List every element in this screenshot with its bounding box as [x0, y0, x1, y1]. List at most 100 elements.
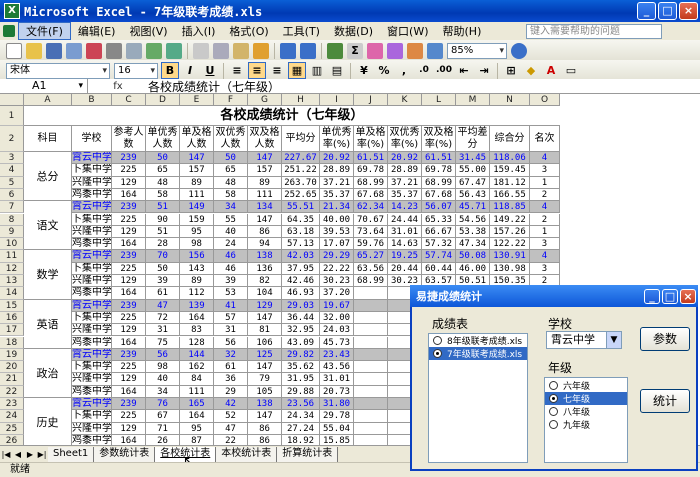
data-cell[interactable]: 42.03 [282, 250, 320, 263]
data-cell[interactable]: 104 [248, 287, 282, 300]
data-cell[interactable]: 69.78 [422, 164, 456, 177]
data-cell[interactable]: 35.37 [320, 188, 354, 202]
data-cell[interactable]: 60.44 [422, 262, 456, 275]
research-icon[interactable] [166, 42, 182, 59]
data-cell[interactable]: 147 [248, 410, 282, 423]
percent-style-button[interactable]: % [375, 62, 393, 79]
data-cell[interactable]: 81 [248, 324, 282, 337]
data-cell[interactable]: 56.07 [422, 201, 456, 214]
data-cell[interactable]: 52 [214, 410, 248, 423]
grade-option[interactable]: 六年级 [545, 379, 627, 392]
data-cell[interactable]: 67 [146, 410, 180, 423]
new-icon[interactable] [6, 42, 22, 59]
fx-icon[interactable]: fx [88, 81, 148, 92]
school-cell[interactable]: 卜集中学 [72, 361, 112, 374]
data-cell[interactable]: 46 [214, 262, 248, 275]
data-cell[interactable]: 95 [180, 225, 214, 239]
row-header[interactable]: 8 [0, 213, 24, 226]
column-header-10[interactable]: K [388, 94, 422, 106]
school-cell[interactable]: 卜集中学 [72, 410, 112, 423]
data-cell[interactable]: 61.51 [354, 152, 388, 165]
select-all-corner[interactable] [0, 94, 24, 106]
undo-icon[interactable] [280, 42, 296, 59]
column-header-6[interactable]: G [248, 94, 282, 106]
data-cell[interactable]: 122.22 [490, 238, 530, 251]
dropdown-arrow-icon[interactable]: ▼ [606, 332, 621, 348]
data-cell[interactable]: 46 [214, 250, 248, 263]
data-cell[interactable]: 19.67 [320, 299, 354, 312]
data-cell[interactable]: 32.95 [282, 324, 320, 337]
data-cell[interactable]: 21.34 [320, 201, 354, 214]
data-cell[interactable]: 55.04 [320, 422, 354, 435]
data-cell[interactable]: 165 [180, 398, 214, 411]
data-cell[interactable]: 31 [146, 324, 180, 337]
data-cell[interactable]: 57.13 [282, 238, 320, 251]
school-cell[interactable]: 鸡黍中学 [72, 336, 112, 349]
data-cell[interactable]: 24 [214, 238, 248, 251]
doc-icon[interactable] [3, 25, 15, 37]
currency-icon[interactable]: ▤ [328, 62, 346, 79]
data-cell[interactable] [354, 361, 388, 374]
data-cell[interactable]: 164 [112, 287, 146, 300]
data-cell[interactable]: 3 [530, 262, 560, 275]
data-cell[interactable]: 130.91 [490, 250, 530, 263]
data-cell[interactable]: 14.23 [388, 201, 422, 214]
data-cell[interactable]: 28.89 [320, 164, 354, 177]
data-cell[interactable]: 45.71 [456, 201, 490, 214]
data-cell[interactable]: 65 [214, 164, 248, 177]
column-header-8[interactable]: I [320, 94, 354, 106]
row-header[interactable]: 23 [0, 398, 24, 411]
subject-cell[interactable]: 英语 [24, 299, 72, 349]
table-header-cell[interactable]: 平均差分 [456, 126, 490, 152]
grade-table-list[interactable]: 8年级联考成绩.xls 7年级联考成绩.xls [428, 333, 528, 463]
data-cell[interactable]: 39.53 [320, 225, 354, 239]
data-cell[interactable]: 24.03 [320, 324, 354, 337]
data-cell[interactable]: 56 [146, 348, 180, 362]
param-button[interactable]: 参数 [640, 327, 690, 351]
subject-cell[interactable]: 数学 [24, 250, 72, 300]
menu-insert[interactable]: 插入(I) [175, 23, 223, 39]
data-cell[interactable]: 28.89 [388, 164, 422, 177]
data-cell[interactable]: 56.43 [456, 188, 490, 202]
data-cell[interactable]: 164 [112, 238, 146, 251]
data-cell[interactable]: 164 [112, 385, 146, 398]
print-icon[interactable] [106, 42, 122, 59]
data-cell[interactable]: 136 [248, 262, 282, 275]
tab-sheet1[interactable]: Sheet1 [48, 446, 95, 462]
data-cell[interactable]: 47 [214, 422, 248, 435]
data-cell[interactable] [354, 434, 388, 445]
data-cell[interactable]: 61.51 [422, 152, 456, 165]
minimize-button[interactable]: _ [637, 2, 656, 20]
data-cell[interactable]: 53.38 [456, 225, 490, 239]
data-cell[interactable]: 225 [112, 164, 146, 177]
school-cell[interactable]: 霄云中学 [72, 398, 112, 411]
data-cell[interactable]: 4 [530, 152, 560, 165]
data-cell[interactable]: 157 [248, 164, 282, 177]
data-cell[interactable]: 239 [112, 348, 146, 362]
save-icon[interactable] [46, 42, 62, 59]
email-icon[interactable] [86, 42, 102, 59]
data-cell[interactable]: 41 [214, 299, 248, 312]
data-cell[interactable]: 164 [112, 336, 146, 349]
data-cell[interactable] [354, 410, 388, 423]
row-header[interactable]: 16 [0, 311, 24, 325]
data-cell[interactable]: 68.99 [354, 176, 388, 189]
data-cell[interactable]: 94 [248, 238, 282, 251]
data-cell[interactable] [354, 385, 388, 398]
data-cell[interactable]: 62.34 [354, 201, 388, 214]
data-cell[interactable]: 82 [248, 275, 282, 288]
school-cell[interactable]: 卜集中学 [72, 164, 112, 177]
table-header-cell[interactable]: 单及格人数 [180, 126, 214, 152]
table-header-cell[interactable]: 单优秀人数 [146, 126, 180, 152]
data-cell[interactable]: 73.64 [354, 225, 388, 239]
align-center-icon[interactable]: ≡ [248, 62, 266, 79]
data-cell[interactable]: 31.80 [320, 398, 354, 411]
data-cell[interactable]: 147 [248, 361, 282, 374]
sort-ascending-icon[interactable] [367, 42, 383, 59]
school-cell[interactable]: 鸡黍中学 [72, 238, 112, 251]
column-header-14[interactable]: O [530, 94, 560, 106]
data-cell[interactable]: 37.21 [320, 176, 354, 189]
data-cell[interactable]: 105 [248, 385, 282, 398]
data-cell[interactable]: 35.37 [388, 188, 422, 202]
data-cell[interactable]: 26 [146, 434, 180, 445]
